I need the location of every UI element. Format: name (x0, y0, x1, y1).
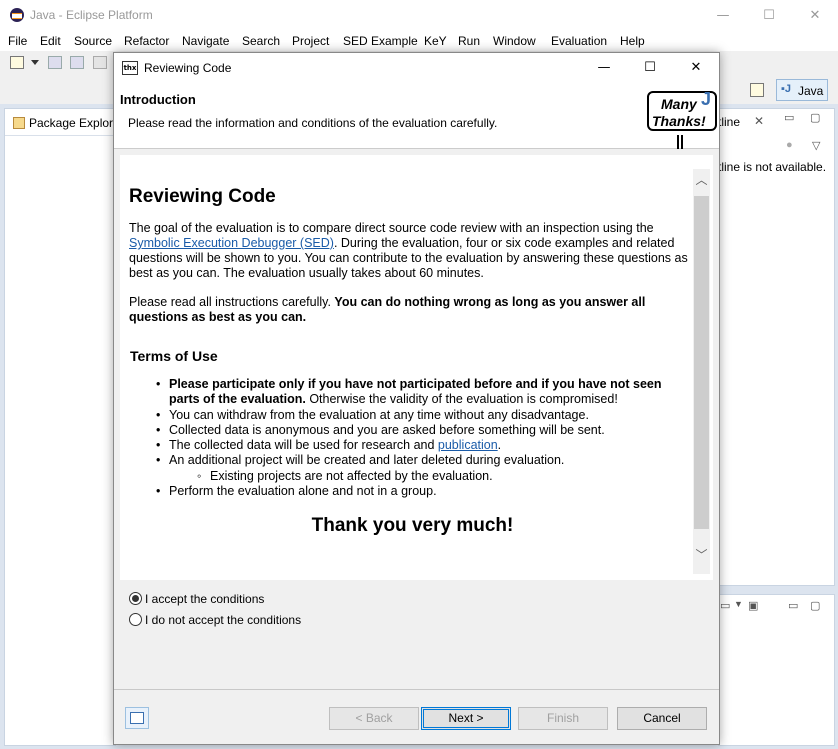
eclipse-icon (10, 8, 24, 22)
cancel-button[interactable]: Cancel (617, 707, 707, 730)
instructions-paragraph: Please read all instructions carefully. … (129, 295, 646, 324)
main-window-title: Java - Eclipse Platform (30, 8, 153, 22)
wizard-banner: Introduction Please read the information… (114, 83, 719, 149)
page-heading: Introduction (120, 92, 196, 107)
dialog-title-bar: thx Reviewing Code — ☐ ✕ (114, 53, 719, 83)
outline-tab-label[interactable]: tline (718, 115, 740, 129)
menu-navigate[interactable]: Navigate (182, 34, 229, 48)
page-description: Please read the information and conditio… (128, 116, 498, 130)
sub-list: Existing projects are not affected by th… (169, 469, 691, 485)
new-dropdown-icon[interactable] (31, 60, 39, 66)
package-explorer-icon (13, 117, 25, 129)
scroll-thumb[interactable] (694, 196, 709, 529)
back-button[interactable]: < Back (329, 707, 419, 730)
menu-project[interactable]: Project (292, 34, 329, 48)
many-thanks-sign-image: Many Thanks! J (647, 89, 717, 131)
save-icon[interactable] (48, 56, 62, 69)
menu-edit[interactable]: Edit (40, 34, 61, 48)
scroll-down-icon[interactable]: ﹀ (693, 547, 710, 564)
outline-filter-icon[interactable]: ● (786, 139, 793, 151)
terms-list: Please participate only if you have not … (156, 377, 691, 500)
main-close-button[interactable]: ✕ (792, 0, 838, 31)
sign-j-mark: J (701, 89, 712, 109)
save-all-icon[interactable] (70, 56, 84, 69)
decline-label: I do not accept the conditions (145, 613, 302, 627)
accept-radio[interactable] (129, 592, 142, 605)
package-explorer-tab[interactable]: Package Explore (5, 109, 120, 136)
next-button[interactable]: Next > (421, 707, 511, 730)
sub-list-item: Existing projects are not affected by th… (197, 469, 691, 485)
list-item: You can withdraw from the evaluation at … (156, 408, 691, 424)
button-bar-separator (114, 689, 719, 690)
scroll-up-icon[interactable]: ︿ (693, 172, 710, 189)
terms-heading: Terms of Use (130, 348, 218, 364)
outline-view: tline ✕ ▭ ▢ ● ▽ tline is not available. (718, 108, 835, 586)
bottom-right-view: ▭ ▼ ▣ ▭ ▢ (718, 594, 835, 746)
sign-line-2: Thanks! (652, 113, 706, 129)
help-icon (130, 712, 144, 724)
publication-link[interactable]: publication (438, 438, 498, 452)
list-item: An additional project will be created an… (156, 453, 691, 484)
view-minimize-icon[interactable]: ▭ (720, 599, 730, 612)
content-scrollbar[interactable]: ︿ ﹀ (693, 169, 710, 574)
dialog-title: Reviewing Code (144, 61, 232, 75)
new-icon[interactable] (10, 56, 24, 69)
intro-paragraph: The goal of the evaluation is to compare… (129, 221, 688, 280)
list-item: Please participate only if you have not … (156, 377, 691, 408)
menu-key[interactable]: KeY (424, 34, 447, 48)
menu-search[interactable]: Search (242, 34, 280, 48)
open-perspective-icon[interactable] (750, 83, 764, 97)
finish-button[interactable]: Finish (518, 707, 608, 730)
decline-option[interactable]: I do not accept the conditions (129, 612, 329, 628)
main-maximize-button[interactable]: ☐ (746, 0, 792, 31)
sign-post (677, 135, 683, 149)
conditions-document: Reviewing Code The goal of the evaluatio… (124, 155, 691, 580)
thanks-icon: thx (122, 61, 138, 75)
menu-sed-example[interactable]: SED Example (343, 34, 418, 48)
list-item: The collected data will be used for rese… (156, 438, 691, 454)
decline-radio[interactable] (129, 613, 142, 626)
accept-option[interactable]: I accept the conditions (129, 591, 329, 607)
menu-run[interactable]: Run (458, 34, 480, 48)
minimize-view-icon[interactable]: ▭ (784, 111, 794, 124)
java-perspective-icon: ▪J (781, 83, 792, 95)
main-title-bar: Java - Eclipse Platform — ☐ ✕ (0, 0, 838, 31)
new-view-icon[interactable]: ▣ (748, 599, 758, 612)
main-minimize-button[interactable]: — (700, 0, 746, 31)
maximize-view-icon[interactable]: ▢ (810, 111, 820, 124)
view-min-icon[interactable]: ▭ (788, 599, 798, 612)
help-button[interactable] (125, 707, 149, 729)
menu-file[interactable]: File (8, 34, 27, 48)
package-explorer-view: Package Explore (4, 108, 120, 746)
conditions-browser: Reviewing Code The goal of the evaluatio… (120, 155, 713, 580)
view-max-icon[interactable]: ▢ (810, 599, 820, 612)
print-icon[interactable] (93, 56, 107, 69)
list-item: Collected data is anonymous and you are … (156, 423, 691, 439)
sign-line-1: Many (661, 96, 697, 112)
java-perspective-label: Java (798, 84, 824, 98)
closing-text: Thank you very much! (311, 515, 514, 536)
menu-bar: File Edit Source Refactor Navigate Searc… (0, 31, 838, 51)
view-menu-icon[interactable]: ▽ (812, 139, 820, 152)
accept-label: I accept the conditions (145, 592, 265, 606)
menu-evaluation[interactable]: Evaluation (551, 34, 607, 48)
document-title: Reviewing Code (129, 186, 276, 207)
reviewing-code-dialog: thx Reviewing Code — ☐ ✕ Introduction Pl… (113, 52, 720, 745)
sed-link[interactable]: Symbolic Execution Debugger (SED) (129, 236, 334, 250)
outline-unavailable-message: tline is not available. (718, 160, 827, 174)
dialog-maximize-button[interactable]: ☐ (627, 53, 673, 83)
java-perspective-button[interactable]: ▪J Java (776, 79, 828, 101)
package-explorer-label: Package Explore (29, 116, 120, 130)
dialog-close-button[interactable]: ✕ (673, 53, 719, 83)
menu-source[interactable]: Source (74, 34, 112, 48)
dialog-minimize-button[interactable]: — (581, 53, 627, 83)
menu-refactor[interactable]: Refactor (124, 34, 169, 48)
menu-help[interactable]: Help (620, 34, 645, 48)
list-item: Perform the evaluation alone and not in … (156, 484, 691, 500)
menu-window[interactable]: Window (493, 34, 536, 48)
view-dropdown-icon[interactable]: ▼ (734, 599, 743, 609)
outline-close-icon[interactable]: ✕ (754, 114, 764, 128)
